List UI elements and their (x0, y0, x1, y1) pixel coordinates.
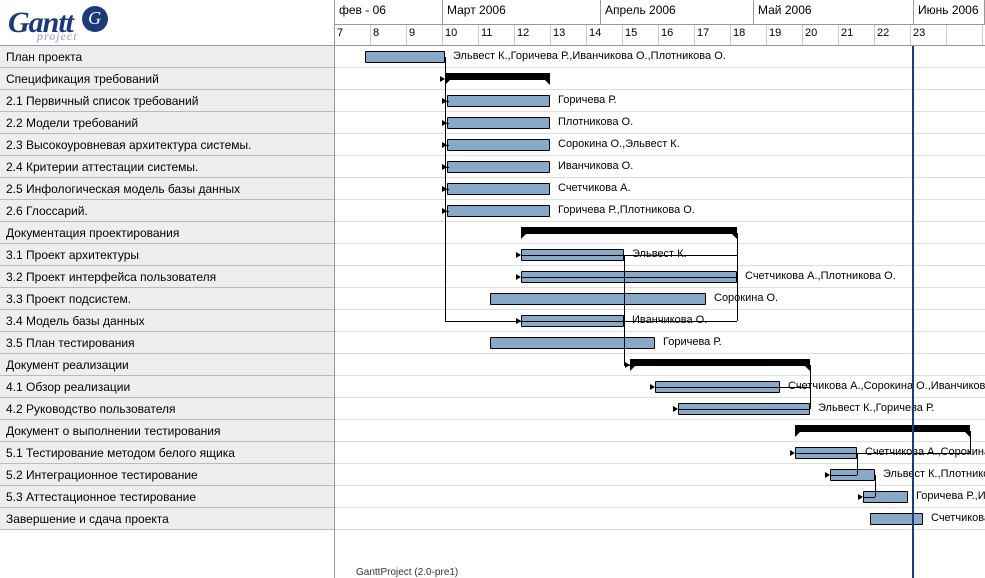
assignee-label: Иванчикова О. (632, 314, 707, 326)
assignee-label: Счетчикова А. (558, 182, 631, 194)
task-row[interactable]: Документация проектирования (0, 222, 334, 244)
task-row[interactable]: 5.2 Интеграционное тестирование (0, 464, 334, 486)
week-header: 8 (371, 25, 407, 45)
task-row[interactable]: 2.2 Модели требований (0, 112, 334, 134)
week-header: 9 (407, 25, 443, 45)
month-header: Март 2006 (443, 0, 601, 24)
task-row[interactable]: 3.2 Проект интерфейса пользователя (0, 266, 334, 288)
gantt-chart[interactable]: Эльвест К.,Горичева Р.,Иванчикова О.,Пло… (335, 46, 985, 578)
assignee-label: Эльвест К.,Горичева Р. (818, 402, 934, 414)
week-header: 16 (659, 25, 695, 45)
assignee-label: Горичева Р. (558, 94, 617, 106)
task-bar[interactable] (447, 161, 550, 173)
assignee-label: Горичева Р.,Иванчикова О. (916, 490, 985, 502)
month-header: Май 2006 (754, 0, 914, 24)
month-header: Апрель 2006 (601, 0, 754, 24)
task-row[interactable]: 4.1 Обзор реализации (0, 376, 334, 398)
task-bar[interactable] (447, 117, 550, 129)
assignee-label: Плотникова О. (558, 116, 633, 128)
task-row[interactable]: Документ о выполнении тестирования (0, 420, 334, 442)
task-row[interactable]: 3.1 Проект архитектуры (0, 244, 334, 266)
assignee-label: Счетчикова А. (931, 512, 985, 524)
month-header: фев - 06 (335, 0, 443, 24)
app-logo: Ganttproject G (0, 0, 334, 45)
week-header: 11 (479, 25, 515, 45)
summary-bar[interactable] (445, 73, 550, 80)
task-bar[interactable] (447, 95, 550, 107)
week-header (947, 25, 983, 45)
week-header: 7 (335, 25, 371, 45)
task-list[interactable]: План проектаСпецификация требований2.1 П… (0, 46, 335, 578)
assignee-label: Эльвест К. (632, 248, 687, 260)
version-label: GanttProject (2.0-pre1) (356, 567, 458, 578)
week-header: 22 (875, 25, 911, 45)
assignee-label: Счетчикова А.,Плотникова О. (745, 270, 896, 282)
task-bar[interactable] (447, 139, 550, 151)
week-header: 10 (443, 25, 479, 45)
task-row[interactable]: Документ реализации (0, 354, 334, 376)
task-bar[interactable] (870, 513, 923, 525)
assignee-label: Счетчикова А.,Сорокина О.,Иванчикова О. (865, 446, 985, 458)
task-row[interactable]: 3.4 Модель базы данных (0, 310, 334, 332)
task-bar[interactable] (447, 205, 550, 217)
week-header: 19 (767, 25, 803, 45)
task-bar[interactable] (490, 293, 706, 305)
assignee-label: Счетчикова А.,Сорокина О.,Иванчикова О. (788, 380, 985, 392)
week-header: 13 (551, 25, 587, 45)
assignee-label: Эльвест К.,Плотникова О. (883, 468, 985, 480)
task-row[interactable]: 2.1 Первичный список требований (0, 90, 334, 112)
week-header: 17 (695, 25, 731, 45)
summary-bar[interactable] (521, 227, 737, 234)
assignee-label: Сорокина О. (714, 292, 778, 304)
assignee-label: Сорокина О.,Эльвест К. (558, 138, 680, 150)
task-bar[interactable] (365, 51, 445, 63)
week-header: 23 (911, 25, 947, 45)
week-header: 21 (839, 25, 875, 45)
task-bar[interactable] (490, 337, 655, 349)
task-row[interactable]: 2.4 Критерии аттестации системы. (0, 156, 334, 178)
task-row[interactable]: 5.1 Тестирование методом белого ящика (0, 442, 334, 464)
timeline-header: фев - 06Март 2006Апрель 2006Май 2006Июнь… (334, 0, 985, 45)
assignee-label: Горичева Р.,Плотникова О. (558, 204, 695, 216)
logo-badge-icon: G (82, 6, 108, 32)
task-row[interactable]: 3.5 План тестирования (0, 332, 334, 354)
summary-bar[interactable] (630, 359, 810, 366)
task-row[interactable]: Спецификация требований (0, 68, 334, 90)
week-header: 18 (731, 25, 767, 45)
week-header: 12 (515, 25, 551, 45)
assignee-label: Эльвест К.,Горичева Р.,Иванчикова О.,Пло… (453, 50, 726, 62)
task-bar[interactable] (447, 183, 550, 195)
task-row[interactable]: План проекта (0, 46, 334, 68)
task-row[interactable]: 3.3 Проект подсистем. (0, 288, 334, 310)
task-row[interactable]: 2.6 Глоссарий. (0, 200, 334, 222)
task-row[interactable]: 4.2 Руководство пользователя (0, 398, 334, 420)
task-row[interactable]: Завершение и сдача проекта (0, 508, 334, 530)
week-header: 20 (803, 25, 839, 45)
task-row[interactable]: 2.5 Инфологическая модель базы данных (0, 178, 334, 200)
task-row[interactable]: 2.3 Высокоуровневая архитектура системы. (0, 134, 334, 156)
month-header: Июнь 2006 (914, 0, 985, 24)
task-row[interactable]: 5.3 Аттестационное тестирование (0, 486, 334, 508)
summary-bar[interactable] (795, 425, 970, 432)
week-header: 15 (623, 25, 659, 45)
assignee-label: Иванчикова О. (558, 160, 633, 172)
assignee-label: Горичева Р. (663, 336, 722, 348)
week-header: 14 (587, 25, 623, 45)
today-line (912, 46, 914, 578)
